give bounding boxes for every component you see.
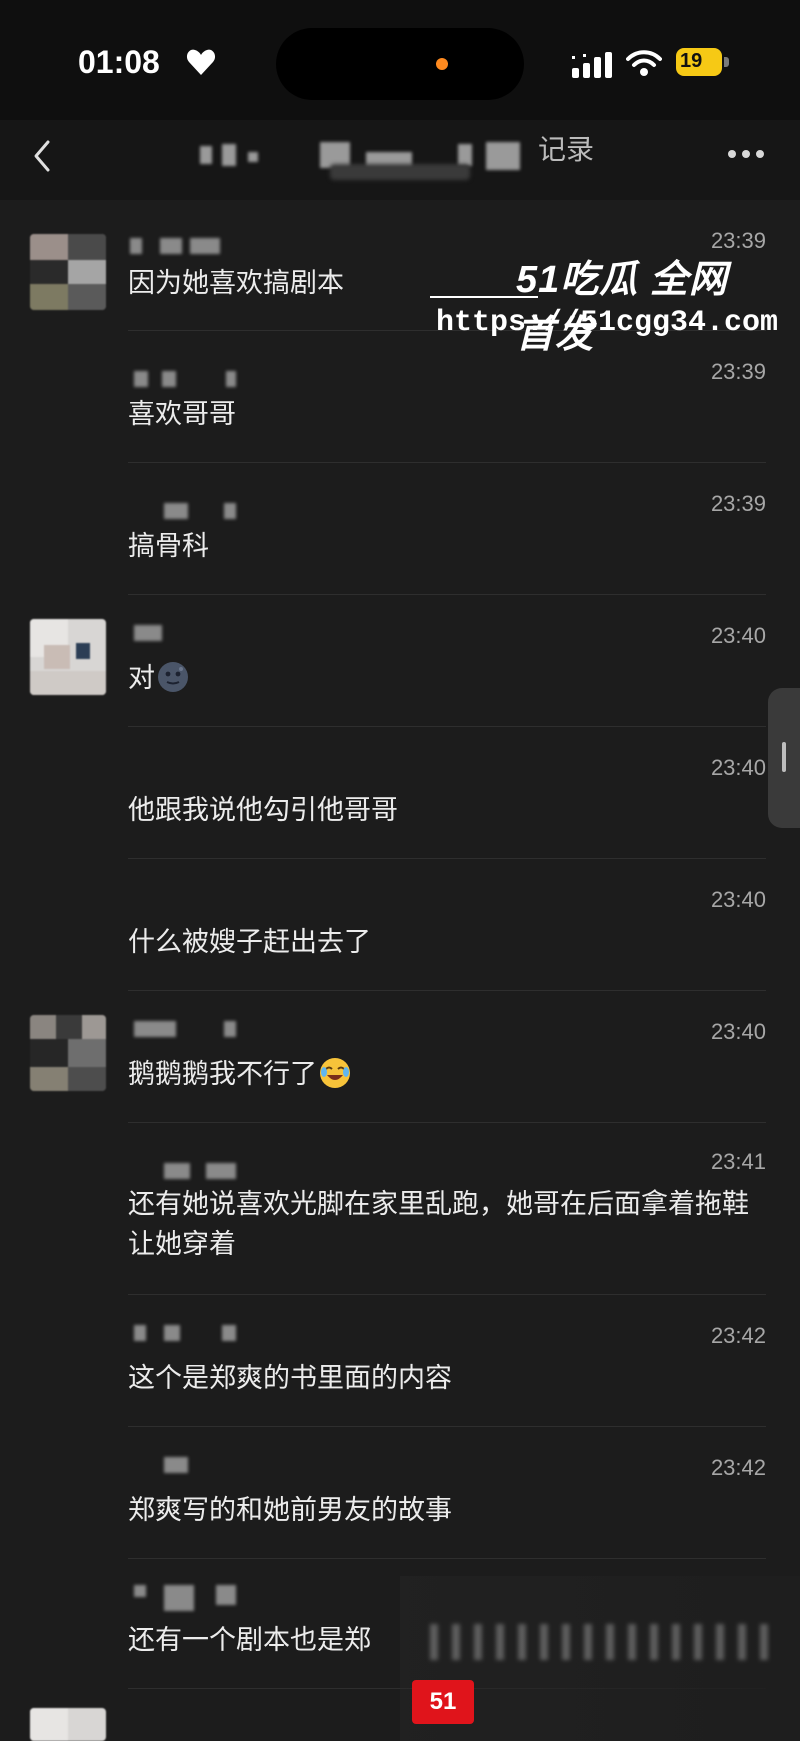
message-divider — [128, 990, 766, 991]
avatar[interactable] — [30, 619, 106, 695]
avatar[interactable] — [30, 234, 106, 310]
status-time: 01:08 — [78, 44, 160, 80]
message-text: 郑爽写的和她前男友的故事 — [128, 1495, 452, 1526]
avatar[interactable] — [30, 1015, 106, 1091]
message-divider — [128, 1294, 766, 1295]
message-time: 23:42 — [710, 1455, 766, 1480]
message-time: 23:40 — [710, 1019, 766, 1044]
message-text: 这个是郑爽的书里面的内容 — [128, 1363, 452, 1394]
watermark-brand: 51吃瓜 全网首发 — [516, 259, 728, 356]
chat-subtitle-redacted — [330, 164, 470, 180]
back-icon[interactable] — [26, 136, 58, 176]
signal-icon — [572, 52, 612, 78]
battery-icon: 19 — [676, 48, 730, 78]
scroll-handle[interactable] — [768, 688, 800, 828]
more-icon[interactable] — [728, 150, 764, 162]
message-divider — [128, 1558, 766, 1559]
dynamic-island — [276, 28, 524, 100]
message-time: 23:39 — [710, 491, 766, 516]
message-text: 搞骨科 — [128, 531, 209, 562]
message-text: 什么被嫂子赶出去了 — [128, 927, 371, 958]
message-divider — [128, 726, 766, 727]
status-bar: 01:08 19 — [0, 0, 800, 120]
message-time: 23:40 — [710, 887, 766, 912]
dark-moon-face-emoji-icon — [158, 662, 188, 692]
message-time: 23:42 — [710, 1323, 766, 1348]
message-divider — [128, 462, 766, 463]
message-time: 23:40 — [710, 755, 766, 780]
battery-level: 19 — [680, 50, 703, 72]
chat-title-suffix: 记录 — [538, 133, 595, 166]
message-text: 喜欢哥哥 — [128, 399, 236, 430]
wifi-icon — [626, 50, 662, 76]
message-text-content: 对 — [128, 663, 155, 694]
garbled-text-overlay — [430, 1624, 770, 1660]
message-text: 对 — [128, 659, 768, 699]
privacy-indicator-dot — [436, 58, 448, 70]
message-divider — [128, 594, 766, 595]
laughing-crying-emoji-icon — [320, 1058, 350, 1088]
message-text: 鹅鹅鹅我不行了 — [128, 1055, 768, 1095]
watermark: 51吃瓜 全网首发 https://51cgg34.com — [430, 240, 778, 356]
message-text-content: 鹅鹅鹅我不行了 — [128, 1059, 317, 1090]
message-divider — [128, 858, 766, 859]
message-divider — [128, 1122, 766, 1123]
message-divider — [128, 1426, 766, 1427]
message-time: 23:41 — [710, 1149, 766, 1174]
message-text: 还有她说喜欢光脚在家里乱跑，她哥在后面拿着拖鞋让她穿着 — [128, 1189, 749, 1260]
message-time: 23:40 — [710, 623, 766, 648]
chat-header: 记录 — [0, 120, 800, 200]
message-time: 23:39 — [710, 359, 766, 384]
watermark-url: https://51cgg34.com — [436, 306, 779, 340]
avatar[interactable] — [30, 1708, 106, 1741]
heart-icon — [186, 49, 216, 75]
chat-message-list[interactable]: 23:39 因为她喜欢搞剧本 23:39 喜欢哥哥 23:39 搞骨科 23:4… — [0, 200, 800, 1741]
message-text: 他跟我说他勾引他哥哥 — [128, 795, 398, 826]
overlay-logo: 51 — [412, 1680, 474, 1724]
